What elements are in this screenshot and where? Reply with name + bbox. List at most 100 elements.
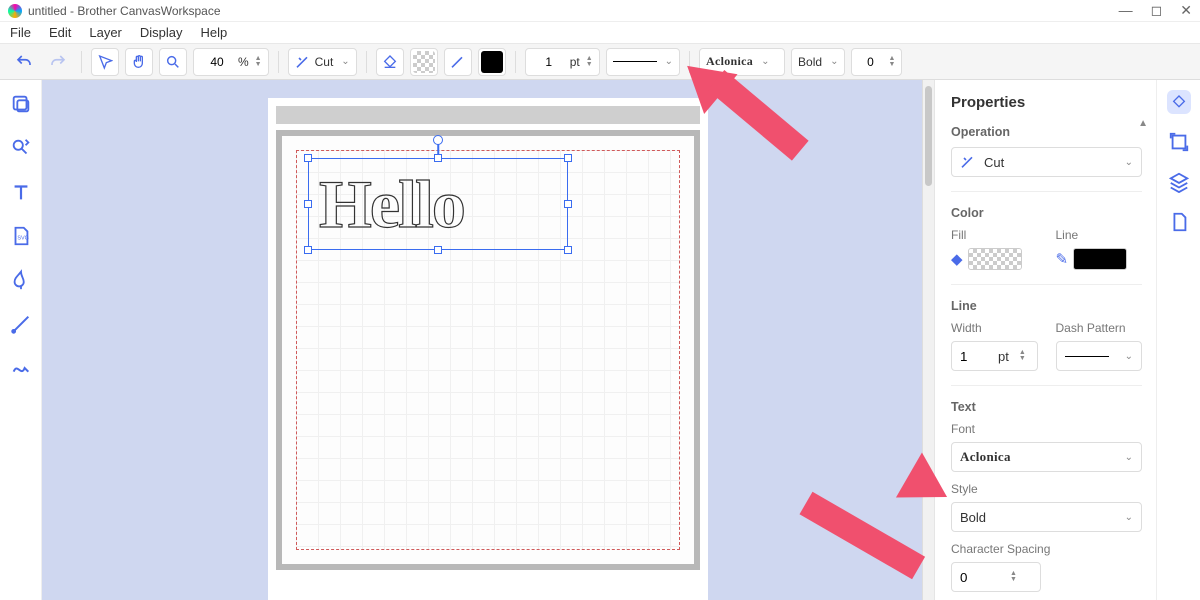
undo-button[interactable]	[10, 48, 38, 76]
canvas-viewport[interactable]: Hello	[42, 80, 934, 600]
line-swatch[interactable]	[478, 48, 506, 76]
shapes-tool[interactable]	[9, 92, 33, 116]
chevron-down-icon: ⌄	[761, 56, 769, 67]
line-width-stepper[interactable]: ▲▼	[586, 56, 593, 68]
selection-box[interactable]: Hello	[308, 158, 568, 250]
app-icon	[8, 4, 22, 18]
line-preview-icon	[1065, 356, 1109, 357]
operation-select-panel[interactable]: Cut ⌄	[951, 147, 1142, 177]
line-icon: ✎	[1056, 250, 1069, 268]
page-tab[interactable]	[1167, 210, 1191, 234]
resize-handle[interactable]	[304, 200, 312, 208]
canvas-vscrollbar[interactable]	[922, 80, 934, 600]
artboard-page[interactable]: Hello	[276, 130, 700, 570]
operation-select[interactable]: Cut ⌄	[288, 48, 357, 76]
section-line: Line	[951, 299, 1142, 313]
zoom-field[interactable]: % ▲▼	[193, 48, 269, 76]
properties-tab[interactable]	[1167, 90, 1191, 114]
width-field-panel[interactable]: pt ▲▼	[951, 341, 1038, 371]
select-tool-button[interactable]	[91, 48, 119, 76]
redo-button[interactable]	[44, 48, 72, 76]
line-preview-icon	[613, 61, 657, 62]
dash-pattern-select[interactable]: ⌄	[606, 48, 680, 76]
minimize-icon[interactable]: —	[1119, 2, 1133, 19]
font-name: Aclonica	[706, 54, 753, 69]
resize-handle[interactable]	[564, 246, 572, 254]
line-tool-button[interactable]	[444, 48, 472, 76]
char-spacing-stepper[interactable]: ▲▼	[888, 56, 895, 68]
fill-tool-button[interactable]	[376, 48, 404, 76]
pan-tool-button[interactable]	[125, 48, 153, 76]
width-unit: pt	[998, 349, 1009, 364]
width-input[interactable]	[960, 349, 990, 364]
style-label: Style	[951, 482, 1142, 496]
section-text: Text	[951, 400, 1142, 414]
svg-import-tool[interactable]: SVG	[9, 224, 33, 248]
resize-handle[interactable]	[564, 200, 572, 208]
menu-layer[interactable]: Layer	[89, 25, 122, 40]
zoom-tool-button[interactable]	[159, 48, 187, 76]
text-object[interactable]: Hello	[319, 165, 464, 244]
rotate-handle[interactable]	[433, 135, 443, 145]
width-stepper[interactable]: ▲▼	[1019, 350, 1026, 362]
resize-handle[interactable]	[434, 246, 442, 254]
font-style-select[interactable]: Bold ⌄	[791, 48, 845, 76]
fill-label: Fill	[951, 228, 1038, 242]
layers-tab[interactable]	[1167, 170, 1191, 194]
menu-display[interactable]: Display	[140, 25, 183, 40]
collapse-icon[interactable]: ▲	[1138, 118, 1148, 129]
menu-file[interactable]: File	[10, 25, 31, 40]
operation-value: Cut	[984, 155, 1004, 170]
resize-handle[interactable]	[304, 154, 312, 162]
fill-swatch-panel[interactable]	[968, 248, 1022, 270]
cut-icon	[295, 54, 311, 70]
properties-title: Properties	[951, 94, 1142, 111]
chevron-down-icon: ⌄	[1125, 157, 1133, 168]
font-select[interactable]: Aclonica ⌄	[699, 48, 785, 76]
search-shape-tool[interactable]	[9, 136, 33, 160]
text-tool[interactable]	[9, 180, 33, 204]
style-select-panel[interactable]: Bold ⌄	[951, 502, 1142, 532]
resize-handle[interactable]	[304, 246, 312, 254]
zoom-stepper[interactable]: ▲▼	[255, 56, 262, 68]
window-controls: — ◻ ✕	[1119, 2, 1192, 19]
charspacing-input[interactable]	[960, 570, 1000, 585]
right-tool-rail	[1156, 80, 1200, 600]
line-width-input[interactable]	[532, 55, 566, 69]
line-width-field[interactable]: pt ▲▼	[525, 48, 600, 76]
charspacing-stepper[interactable]: ▲▼	[1010, 571, 1017, 583]
window-title: untitled - Brother CanvasWorkspace	[28, 4, 1119, 18]
toolbar: % ▲▼ Cut ⌄ pt ▲▼ ⌄ Aclonica ⌄ Bold ⌄ ▲▼	[0, 44, 1200, 80]
char-spacing-input[interactable]	[858, 55, 882, 69]
maximize-icon[interactable]: ◻	[1151, 2, 1163, 19]
line-label: Line	[1056, 228, 1143, 242]
charspacing-field-panel[interactable]: ▲▼	[951, 562, 1041, 592]
style-value: Bold	[960, 510, 986, 525]
font-select-panel[interactable]: Aclonica ⌄	[951, 442, 1142, 472]
char-spacing-field[interactable]: ▲▼	[851, 48, 902, 76]
section-color: Color	[951, 206, 1142, 220]
menu-edit[interactable]: Edit	[49, 25, 71, 40]
spade-tool[interactable]	[9, 268, 33, 292]
close-icon[interactable]: ✕	[1180, 2, 1192, 19]
fill-icon: ◆	[951, 250, 963, 268]
line-swatch-panel[interactable]	[1073, 248, 1127, 270]
chevron-down-icon: ⌄	[341, 56, 349, 67]
path-tool[interactable]	[9, 356, 33, 380]
resize-handle[interactable]	[434, 154, 442, 162]
fill-swatch[interactable]	[410, 48, 438, 76]
transform-tab[interactable]	[1167, 130, 1191, 154]
artboard: Hello	[268, 98, 708, 600]
resize-handle[interactable]	[564, 154, 572, 162]
line-width-unit: pt	[570, 55, 580, 69]
dash-label: Dash Pattern	[1056, 321, 1143, 335]
zoom-unit: %	[238, 55, 249, 69]
chevron-down-icon: ⌄	[1125, 452, 1133, 463]
menu-help[interactable]: Help	[201, 25, 228, 40]
left-tool-rail: SVG	[0, 80, 42, 600]
width-label: Width	[951, 321, 1038, 335]
zoom-input[interactable]	[200, 55, 234, 69]
dash-select-panel[interactable]: ⌄	[1056, 341, 1143, 371]
chevron-down-icon: ⌄	[665, 56, 673, 67]
line-draw-tool[interactable]	[9, 312, 33, 336]
